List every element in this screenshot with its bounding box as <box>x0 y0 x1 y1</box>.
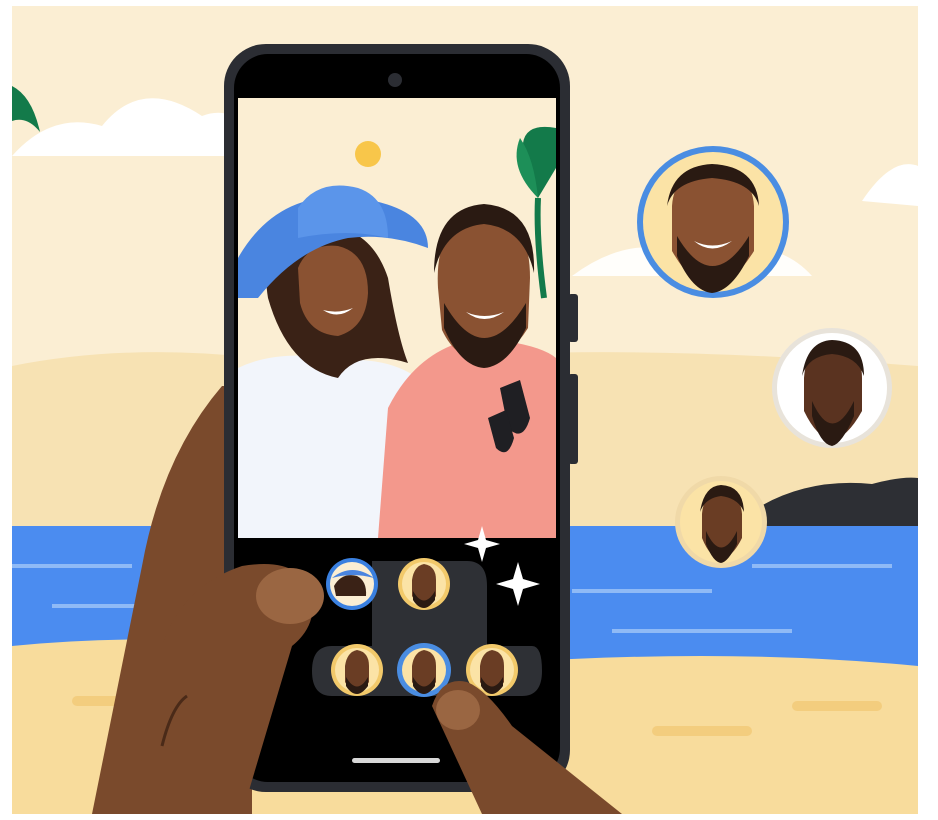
face-bubble-medium <box>772 328 892 448</box>
home-indicator[interactable] <box>352 758 440 763</box>
face-option-avatar-2[interactable] <box>331 644 383 696</box>
face-bubble-small <box>675 476 767 568</box>
beach-scene <box>12 6 918 814</box>
face-option-couple[interactable] <box>326 558 378 610</box>
scene-svg <box>12 6 918 814</box>
illustration-stage <box>0 0 938 820</box>
front-camera <box>388 73 402 87</box>
photo-viewer <box>238 98 556 538</box>
sun <box>355 141 381 167</box>
face-bubble-large <box>637 146 789 298</box>
face-option-avatar-1[interactable] <box>398 558 450 610</box>
